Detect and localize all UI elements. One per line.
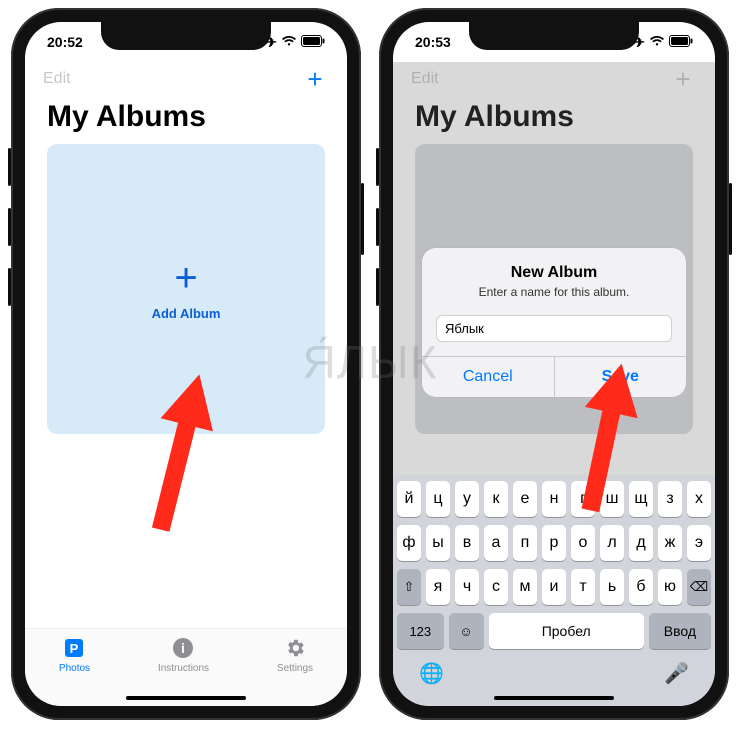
key-я[interactable]: я <box>426 569 450 605</box>
keyboard-row-2: фывапролджэ <box>397 525 711 561</box>
screen-left: 20:52 ✈︎ Edit + My Albums + <box>25 22 347 706</box>
edit-button[interactable]: Edit <box>43 70 71 88</box>
phone-left: 20:52 ✈︎ Edit + My Albums + <box>11 8 361 720</box>
key-ч[interactable]: ч <box>455 569 479 605</box>
keyboard-row-4: 123 ☺ Пробел Ввод <box>397 613 711 649</box>
cancel-button[interactable]: Cancel <box>422 357 554 397</box>
key-е[interactable]: е <box>513 481 537 517</box>
shift-key[interactable]: ⇧ <box>397 569 421 605</box>
num-key[interactable]: 123 <box>397 613 444 649</box>
tab-bar: P Photos i Instructions Settings <box>25 628 347 706</box>
key-й[interactable]: й <box>397 481 421 517</box>
home-indicator <box>126 696 246 700</box>
key-з[interactable]: з <box>658 481 682 517</box>
status-time: 20:53 <box>415 34 451 50</box>
battery-icon <box>301 34 325 50</box>
key-о[interactable]: о <box>571 525 595 561</box>
key-л[interactable]: л <box>600 525 624 561</box>
key-ж[interactable]: ж <box>658 525 682 561</box>
new-album-alert: New Album Enter a name for this album. C… <box>422 248 686 397</box>
key-и[interactable]: и <box>542 569 566 605</box>
key-т[interactable]: т <box>571 569 595 605</box>
key-у[interactable]: у <box>455 481 479 517</box>
screen-right: 20:53 ✈︎ Edit + My Albums <box>393 22 715 706</box>
tab-instructions[interactable]: i Instructions <box>158 635 209 674</box>
tab-photos[interactable]: P Photos <box>59 635 90 674</box>
alert-subtitle: Enter a name for this album. <box>436 285 672 299</box>
notch <box>101 22 271 50</box>
key-д[interactable]: д <box>629 525 653 561</box>
key-ю[interactable]: ю <box>658 569 682 605</box>
status-icons: ✈︎ <box>633 34 693 51</box>
mic-icon[interactable]: 🎤 <box>664 661 689 686</box>
key-ф[interactable]: ф <box>397 525 421 561</box>
tab-settings[interactable]: Settings <box>277 635 313 674</box>
key-п[interactable]: п <box>513 525 537 561</box>
globe-icon[interactable]: 🌐 <box>419 661 444 686</box>
keyboard-row-3: ⇧ячсмитьбю⌫ <box>397 569 711 605</box>
photos-icon: P <box>61 635 87 661</box>
key-р[interactable]: р <box>542 525 566 561</box>
plus-icon: + <box>174 258 197 298</box>
annotation-arrow <box>145 372 215 532</box>
key-н[interactable]: н <box>542 481 566 517</box>
key-ь[interactable]: ь <box>600 569 624 605</box>
key-с[interactable]: с <box>484 569 508 605</box>
space-key[interactable]: Пробел <box>489 613 644 649</box>
alert-title: New Album <box>436 264 672 282</box>
battery-icon <box>669 34 693 50</box>
tab-label: Photos <box>59 663 90 674</box>
keyboard-row-1: йцукенгшщзх <box>397 481 711 517</box>
key-ы[interactable]: ы <box>426 525 450 561</box>
add-button[interactable]: + <box>301 66 329 92</box>
nav-bar: Edit + <box>25 62 347 94</box>
key-в[interactable]: в <box>455 525 479 561</box>
key-к[interactable]: к <box>484 481 508 517</box>
gear-icon <box>282 635 308 661</box>
key-м[interactable]: м <box>513 569 537 605</box>
wifi-icon <box>649 34 665 50</box>
album-name-input[interactable] <box>436 315 672 342</box>
wifi-icon <box>281 34 297 50</box>
tab-label: Instructions <box>158 663 209 674</box>
tab-label: Settings <box>277 663 313 674</box>
add-album-label: Add Album <box>152 306 221 321</box>
key-х[interactable]: х <box>687 481 711 517</box>
notch <box>469 22 639 50</box>
enter-key[interactable]: Ввод <box>649 613 711 649</box>
svg-text:P: P <box>70 641 79 656</box>
status-time: 20:52 <box>47 34 83 50</box>
backspace-key[interactable]: ⌫ <box>687 569 711 605</box>
info-icon: i <box>170 635 196 661</box>
key-б[interactable]: б <box>629 569 653 605</box>
emoji-key[interactable]: ☺ <box>449 613 484 649</box>
svg-text:i: i <box>182 640 186 656</box>
annotation-arrow <box>571 362 641 512</box>
status-icons: ✈︎ <box>265 34 325 51</box>
page-title: My Albums <box>25 94 347 144</box>
home-indicator <box>494 696 614 700</box>
key-э[interactable]: э <box>687 525 711 561</box>
key-а[interactable]: а <box>484 525 508 561</box>
key-ц[interactable]: ц <box>426 481 450 517</box>
keyboard[interactable]: йцукенгшщзх фывапролджэ ⇧ячсмитьбю⌫ 123 … <box>393 475 715 706</box>
phone-right: 20:53 ✈︎ Edit + My Albums <box>379 8 729 720</box>
